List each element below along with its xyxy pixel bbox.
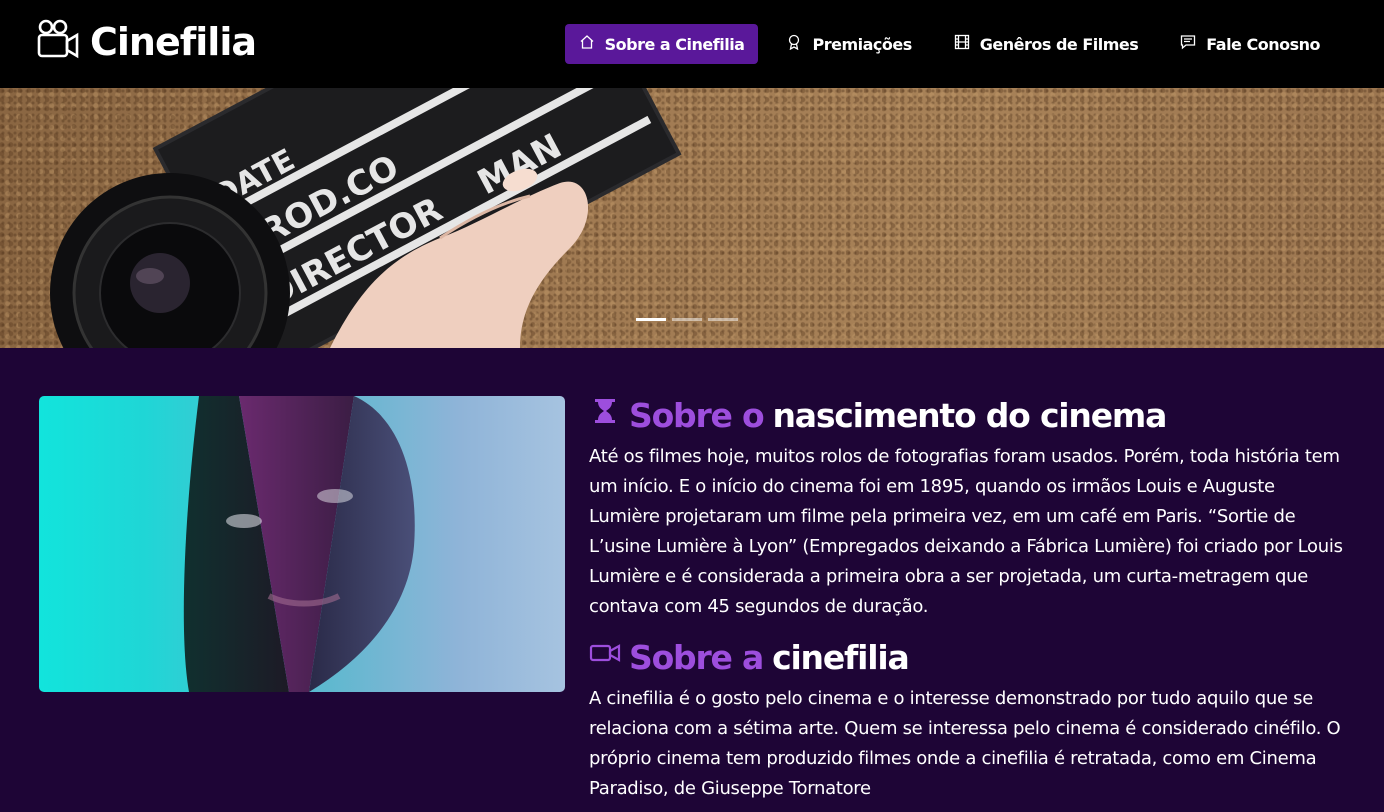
award-icon — [786, 34, 802, 54]
section-body: A cinefilia é o gosto pelo cinema e o in… — [589, 688, 1341, 799]
navbar: Cinefilia Sobre a Cinefilia Premiações G… — [0, 0, 1384, 88]
camera-video-icon — [589, 637, 629, 677]
section-title-rest: nascimento do cinema — [772, 395, 1167, 435]
section-title: Sobre o nascimento do cinema — [589, 394, 1349, 436]
house-icon — [579, 34, 595, 54]
moonlight-poster-image — [39, 396, 565, 692]
brand-link[interactable]: Cinefilia — [36, 14, 257, 70]
nav-item-label: Genêros de Filmes — [979, 34, 1139, 54]
carousel-indicators — [636, 318, 738, 321]
main-nav: Sobre a Cinefilia Premiações Genêros de … — [564, 24, 1334, 64]
nav-item-label: Fale Conosno — [1206, 34, 1320, 54]
nav-item-premiacoes[interactable]: Premiações — [772, 24, 925, 64]
nav-item-generos[interactable]: Genêros de Filmes — [940, 24, 1153, 64]
hero-carousel[interactable]: DATE PROD.CO DIRECTOR MAN — [0, 88, 1384, 348]
nav-item-contato[interactable]: Fale Conosno — [1166, 24, 1334, 64]
section-cinefilia: Sobre a cinefilia A cinefilia é o gosto … — [589, 636, 1349, 804]
section-body: Até os filmes hoje, muitos rolos de foto… — [589, 446, 1343, 617]
film-icon — [954, 34, 970, 54]
brand-name: Cinefilia — [90, 20, 257, 64]
section-title-rest: cinefilia — [772, 637, 910, 677]
video-camera-icon — [36, 18, 80, 66]
nav-item-label: Premiações — [812, 34, 912, 54]
clapperboard-scene-image: DATE PROD.CO DIRECTOR MAN — [50, 88, 682, 348]
section-nascimento: Sobre o nascimento do cinema Até os film… — [589, 394, 1349, 622]
carousel-indicator-1[interactable] — [636, 318, 666, 321]
section-title-accent: Sobre a — [629, 637, 764, 677]
hourglass-icon — [589, 395, 629, 435]
carousel-indicator-2[interactable] — [672, 318, 702, 321]
chat-icon — [1180, 34, 1196, 54]
nav-item-sobre[interactable]: Sobre a Cinefilia — [564, 24, 759, 64]
carousel-indicator-3[interactable] — [708, 318, 738, 321]
nav-item-label: Sobre a Cinefilia — [604, 34, 745, 54]
section-title-accent: Sobre o — [629, 395, 765, 435]
section-title: Sobre a cinefilia — [589, 636, 1349, 678]
